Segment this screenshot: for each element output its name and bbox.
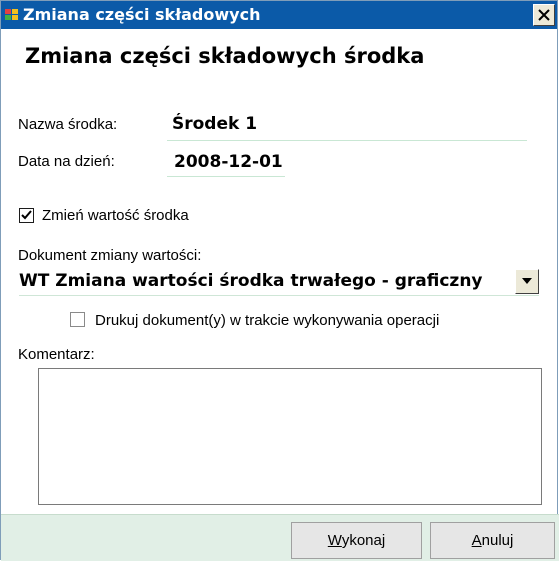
checkmark-icon xyxy=(21,210,32,220)
asset-name-value: Środek 1 xyxy=(172,114,258,134)
window-title: Zmiana części składowych xyxy=(23,5,261,24)
date-label: Data na dzień: xyxy=(18,153,115,170)
execute-label-rest: ykonaj xyxy=(341,532,386,549)
cancel-button[interactable]: Anuluj xyxy=(430,522,555,559)
change-value-label[interactable]: Zmień wartość środka xyxy=(42,207,189,224)
date-underline xyxy=(167,176,285,177)
title-bar[interactable]: Zmiana części składowych xyxy=(1,1,557,29)
close-button[interactable] xyxy=(533,4,555,26)
close-icon xyxy=(538,9,550,21)
execute-mnemonic: W xyxy=(327,532,342,549)
document-select-underline xyxy=(19,295,539,296)
asset-name-underline xyxy=(167,140,527,141)
cancel-mnemonic: A xyxy=(471,532,482,549)
execute-button[interactable]: Wykonaj xyxy=(291,522,422,559)
app-icon xyxy=(5,8,19,22)
date-value: 2008-12-01 xyxy=(174,152,283,172)
comment-textarea[interactable] xyxy=(38,368,542,505)
change-value-checkbox[interactable] xyxy=(19,208,34,223)
print-documents-checkbox[interactable] xyxy=(70,312,85,327)
asset-name-label: Nazwa środka: xyxy=(18,116,118,133)
chevron-down-icon xyxy=(522,278,532,284)
dialog-window: Zmiana części składowych Zmiana części s… xyxy=(0,0,559,561)
print-documents-label[interactable]: Drukuj dokument(y) w trakcie wykonywania… xyxy=(95,312,439,329)
form-heading: Zmiana części składowych środka xyxy=(25,44,425,68)
document-label: Dokument zmiany wartości: xyxy=(18,247,202,264)
document-dropdown-button[interactable] xyxy=(515,269,539,294)
comment-label: Komentarz: xyxy=(18,346,95,363)
document-select-value[interactable]: WT Zmiana wartości środka trwałego - gra… xyxy=(19,271,483,291)
cancel-label-rest: nuluj xyxy=(481,532,514,549)
